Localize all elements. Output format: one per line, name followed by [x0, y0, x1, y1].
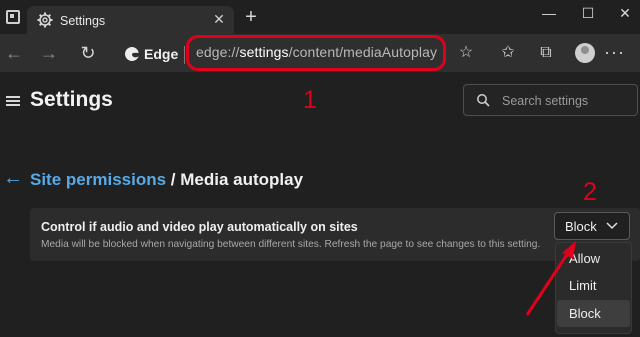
profile-avatar[interactable]	[575, 43, 595, 63]
breadcrumb-link-site-permissions[interactable]: Site permissions	[30, 170, 166, 189]
tab-title: Settings	[60, 14, 106, 28]
search-placeholder: Search settings	[502, 94, 589, 108]
tab-settings[interactable]: Settings ✕	[27, 6, 234, 36]
autoplay-dropdown-menu: Allow Limit Block	[555, 242, 632, 334]
autoplay-select[interactable]: Block	[554, 212, 630, 240]
autoplay-select-value: Block	[565, 219, 597, 234]
back-icon[interactable]: ←	[2, 41, 26, 65]
title-bar: Settings ✕ + — ☐ ✕	[0, 0, 640, 36]
annotation-step-2: 2	[583, 178, 597, 206]
chevron-down-icon	[606, 222, 618, 230]
breadcrumb: Site permissions / Media autoplay	[30, 170, 303, 190]
address-separator	[184, 46, 185, 64]
breadcrumb-separator: /	[166, 170, 181, 189]
forward-icon[interactable]: →	[37, 41, 61, 65]
option-label: Limit	[569, 278, 597, 293]
collections-icon[interactable]: ⧉	[536, 43, 556, 63]
site-identity[interactable]: Edge	[116, 42, 182, 66]
minimize-button[interactable]: —	[536, 4, 562, 22]
settings-gear-icon	[37, 12, 53, 28]
refresh-icon[interactable]: ↻	[76, 41, 100, 65]
media-autoplay-setting-card: Control if audio and video play automati…	[30, 208, 640, 261]
option-label: Block	[569, 306, 601, 321]
option-label: Allow	[569, 251, 601, 266]
option-limit[interactable]: Limit	[557, 272, 630, 299]
hamburger-menu-icon[interactable]	[6, 96, 20, 106]
maximize-button[interactable]: ☐	[575, 4, 601, 22]
new-tab-button[interactable]: +	[241, 7, 261, 27]
window-menu-icon[interactable]	[6, 10, 20, 24]
edge-logo-icon	[124, 46, 139, 61]
page-title: Settings	[30, 88, 113, 111]
favorites-icon[interactable]: ✩	[498, 43, 518, 63]
search-input[interactable]: Search settings	[463, 84, 638, 116]
url-highlight-annotation	[186, 35, 446, 71]
search-icon	[477, 94, 490, 107]
setting-description: Media will be blocked when navigating be…	[41, 239, 541, 250]
tab-close-button[interactable]: ✕	[211, 11, 227, 27]
back-arrow-icon[interactable]: ←	[3, 167, 23, 190]
more-icon[interactable]: ···	[604, 43, 624, 61]
add-favorite-icon[interactable]: ☆	[456, 43, 476, 63]
annotation-step-1: 1	[303, 86, 317, 114]
option-allow[interactable]: Allow	[557, 245, 630, 272]
edge-label: Edge	[144, 46, 179, 62]
option-block[interactable]: Block	[557, 300, 630, 327]
breadcrumb-current: Media autoplay	[180, 170, 304, 189]
setting-title: Control if audio and video play automati…	[41, 220, 358, 234]
window-close-button[interactable]: ✕	[612, 4, 638, 22]
